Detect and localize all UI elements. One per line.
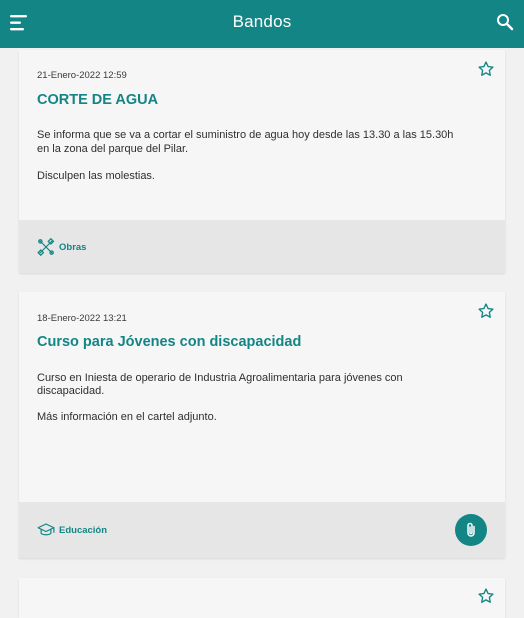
- tools-icon: [37, 238, 55, 256]
- bando-footer: Educación: [19, 502, 505, 558]
- graduation-cap-icon: [37, 523, 55, 536]
- bando-date: 18-Enero-2022 13:21: [37, 313, 127, 324]
- star-outline-icon[interactable]: [477, 302, 495, 320]
- star-outline-icon[interactable]: [477, 587, 495, 605]
- bando-date: 21-Enero-2022 12:59: [37, 70, 127, 81]
- bando-text-line: en la zona del parque del Pilar.: [37, 143, 189, 155]
- bando-text-line: Curso en Iniesta de operario de Industri…: [37, 372, 403, 384]
- bando-category: Educación: [59, 525, 108, 536]
- bando-text-line: Se informa que se va a cortar el suminis…: [37, 129, 454, 141]
- search-icon[interactable]: [496, 13, 514, 31]
- bando-text-line: discapacidad.: [37, 385, 105, 397]
- attachment-button[interactable]: [455, 514, 487, 546]
- bando-footer: Obras: [19, 220, 505, 273]
- star-outline-icon[interactable]: [477, 60, 495, 78]
- bando-title[interactable]: CORTE DE AGUA: [37, 92, 158, 108]
- bando-card[interactable]: 21-Enero-2022 12:59 CORTE DE AGUA Se inf…: [19, 50, 505, 273]
- bando-text-line: Disculpen las molestias.: [37, 170, 155, 182]
- app-bar: Bandos: [0, 0, 524, 48]
- bando-card[interactable]: [19, 578, 505, 618]
- bando-text-line: Más información en el cartel adjunto.: [37, 411, 217, 423]
- paperclip-icon: [467, 522, 475, 537]
- bando-title[interactable]: Curso para Jóvenes con discapacidad: [37, 334, 301, 350]
- bando-card[interactable]: 18-Enero-2022 13:21 Curso para Jóvenes c…: [19, 292, 505, 558]
- page-title: Bandos: [232, 12, 292, 31]
- bando-category: Obras: [59, 242, 87, 253]
